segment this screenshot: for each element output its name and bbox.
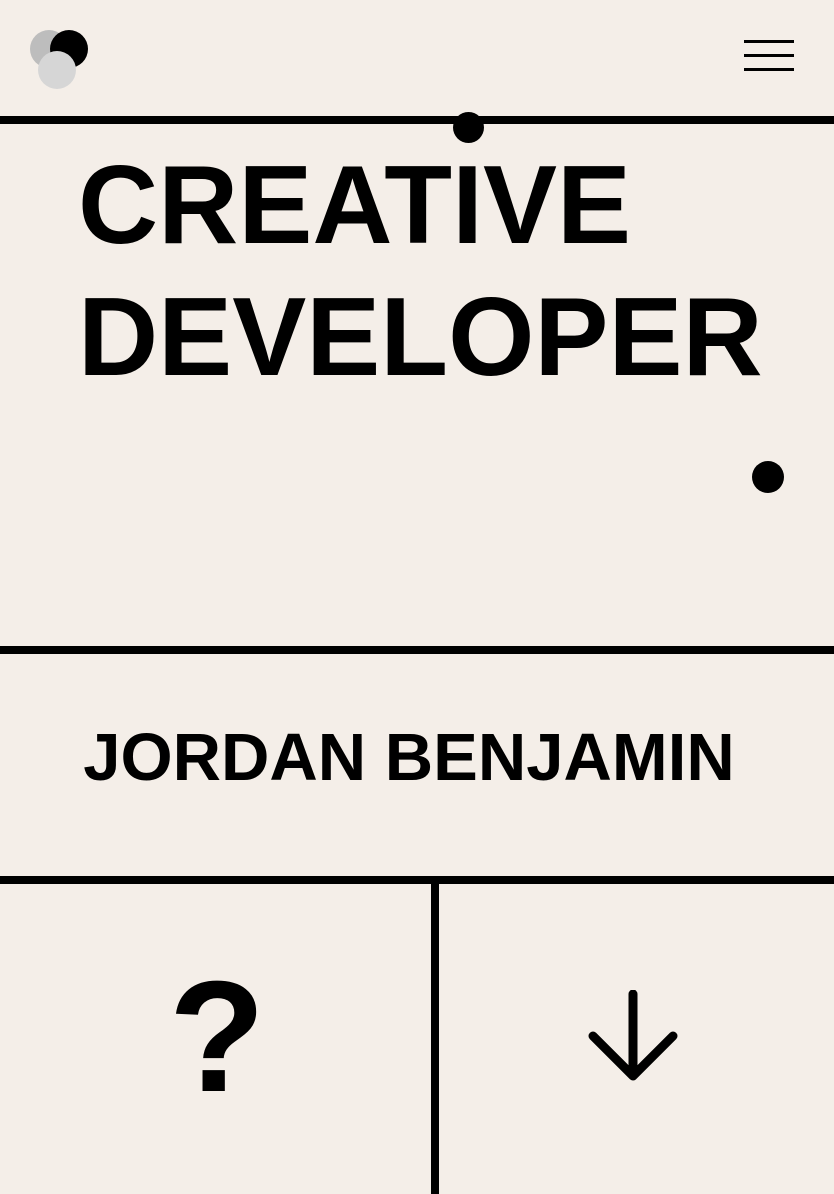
hero-title-line-2: DEVELOPER <box>78 275 763 399</box>
period-dot-icon <box>752 461 784 493</box>
menu-button[interactable] <box>744 40 794 74</box>
i-dot-icon <box>452 112 484 143</box>
logo-icon[interactable] <box>28 28 90 90</box>
vertical-divider <box>431 884 439 1194</box>
divider <box>0 876 834 884</box>
author-name: JORDAN BENJAMIN <box>83 720 735 795</box>
question-mark-icon: ? <box>168 949 266 1125</box>
hero-title-part: CREAT <box>78 143 453 267</box>
hero-title-part: VE <box>482 143 632 267</box>
site-header <box>0 0 834 116</box>
hero-title-line-1: CREATI VE <box>78 112 631 261</box>
arrow-down-icon <box>588 990 678 1081</box>
divider <box>0 116 834 124</box>
divider <box>0 646 834 654</box>
dotted-i: I <box>452 112 484 261</box>
